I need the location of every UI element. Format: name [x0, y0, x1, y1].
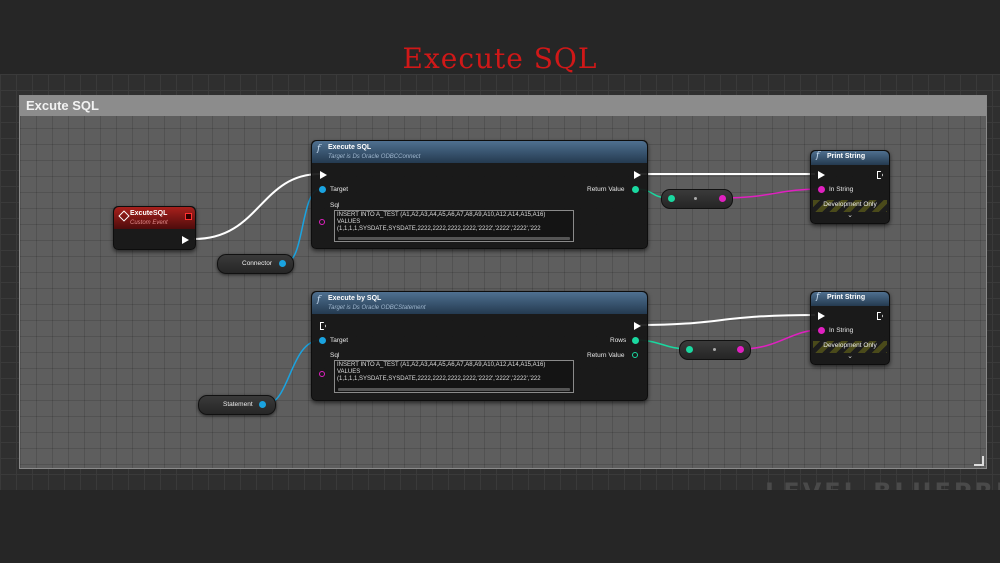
page-title: Execute SQL: [402, 42, 598, 75]
int-to-string-conversion-2[interactable]: [679, 340, 751, 360]
resize-handle-icon[interactable]: [974, 456, 984, 466]
execute-sql-sql-pin[interactable]: [319, 219, 325, 225]
development-only-label: Development Only: [823, 201, 877, 208]
event-exec-out-pin[interactable]: [182, 236, 189, 244]
statement-variable-node[interactable]: Statement: [198, 395, 276, 415]
print-string-1-in-label: In String: [829, 186, 854, 193]
execute-sql-subtitle: Target is Ds Oracle ODBCConnect: [328, 154, 421, 160]
print-string-1-in-string-pin[interactable]: [818, 186, 825, 193]
execute-by-sql-rows-label: Rows: [610, 337, 627, 344]
execute-by-sql-rows-pin[interactable]: [632, 337, 639, 344]
delegate-pin-icon[interactable]: [185, 213, 192, 220]
conversion-2-out-pin[interactable]: [737, 346, 744, 353]
statement-label: Statement: [223, 401, 253, 408]
function-icon: f: [816, 292, 820, 302]
execute-by-sql-return-pin[interactable]: [632, 352, 638, 358]
execute-by-sql-title: Execute by SQL: [328, 295, 382, 302]
int-to-string-conversion-1[interactable]: [661, 189, 733, 209]
event-subtitle: Custom Event: [130, 220, 168, 226]
print-string-2-exec-in-pin[interactable]: [818, 312, 825, 320]
comment-title[interactable]: Excute SQL: [20, 96, 986, 116]
execute-sql-exec-in-pin[interactable]: [320, 171, 327, 179]
custom-event-node[interactable]: ExcuteSQL Custom Event: [113, 206, 196, 250]
print-string-node-1[interactable]: f Print String In String Development Onl…: [810, 150, 890, 224]
execute-sql-title: Execute SQL: [328, 144, 372, 151]
function-icon: f: [317, 144, 321, 154]
conversion-2-dot-icon: [713, 348, 716, 351]
execute-by-sql-scrollbar[interactable]: [338, 388, 570, 391]
execute-by-sql-node[interactable]: f Execute by SQL Target is Ds Oracle ODB…: [311, 291, 648, 401]
execute-sql-node[interactable]: f Execute SQL Target is Ds Oracle ODBCCo…: [311, 140, 648, 249]
print-string-2-in-label: In String: [829, 327, 854, 334]
expand-chevron-icon[interactable]: ⌄: [811, 352, 889, 360]
event-title: ExcuteSQL: [130, 210, 168, 217]
level-blueprint-watermark: LEVEL BLUEPRINT: [765, 478, 1000, 490]
conversion-1-out-pin[interactable]: [719, 195, 726, 202]
execute-by-sql-sql-label: Sql: [330, 352, 340, 359]
connector-label: Connector: [242, 260, 272, 267]
execute-sql-target-pin[interactable]: [319, 186, 326, 193]
execute-by-sql-sql-pin[interactable]: [319, 371, 325, 377]
development-only-label: Development Only: [823, 342, 877, 349]
conversion-1-in-pin[interactable]: [668, 195, 675, 202]
execute-by-sql-target-label: Target: [330, 337, 349, 344]
execute-by-sql-target-pin[interactable]: [319, 337, 326, 344]
execute-sql-return-pin[interactable]: [632, 186, 639, 193]
print-string-1-exec-in-pin[interactable]: [818, 171, 825, 179]
execute-sql-target-label: Target: [330, 186, 349, 193]
event-diamond-icon: [118, 210, 130, 222]
print-string-1-title: Print String: [827, 153, 866, 160]
print-string-2-exec-out-pin[interactable]: [877, 312, 883, 320]
print-string-2-in-string-pin[interactable]: [818, 327, 825, 334]
conversion-2-in-pin[interactable]: [686, 346, 693, 353]
execute-sql-exec-out-pin[interactable]: [634, 171, 641, 179]
execute-sql-return-label: Return Value: [587, 186, 625, 193]
execute-by-sql-return-label: Return Value: [587, 352, 625, 359]
function-icon: f: [317, 295, 321, 305]
execute-sql-scrollbar[interactable]: [338, 237, 570, 240]
function-icon: f: [816, 151, 820, 161]
print-string-2-title: Print String: [827, 294, 866, 301]
execute-sql-sql-label: Sql: [330, 202, 340, 209]
print-string-1-exec-out-pin[interactable]: [877, 171, 883, 179]
expand-chevron-icon[interactable]: ⌄: [811, 211, 889, 219]
execute-by-sql-subtitle: Target is Ds Oracle ODBCStatement: [328, 305, 426, 311]
print-string-node-2[interactable]: f Print String In String Development Onl…: [810, 291, 890, 365]
connector-out-pin[interactable]: [279, 260, 286, 267]
conversion-1-dot-icon: [694, 197, 697, 200]
statement-out-pin[interactable]: [259, 401, 266, 408]
execute-by-sql-exec-out-pin[interactable]: [634, 322, 641, 330]
connector-variable-node[interactable]: Connector: [217, 254, 294, 274]
execute-by-sql-exec-in-pin[interactable]: [320, 322, 326, 330]
